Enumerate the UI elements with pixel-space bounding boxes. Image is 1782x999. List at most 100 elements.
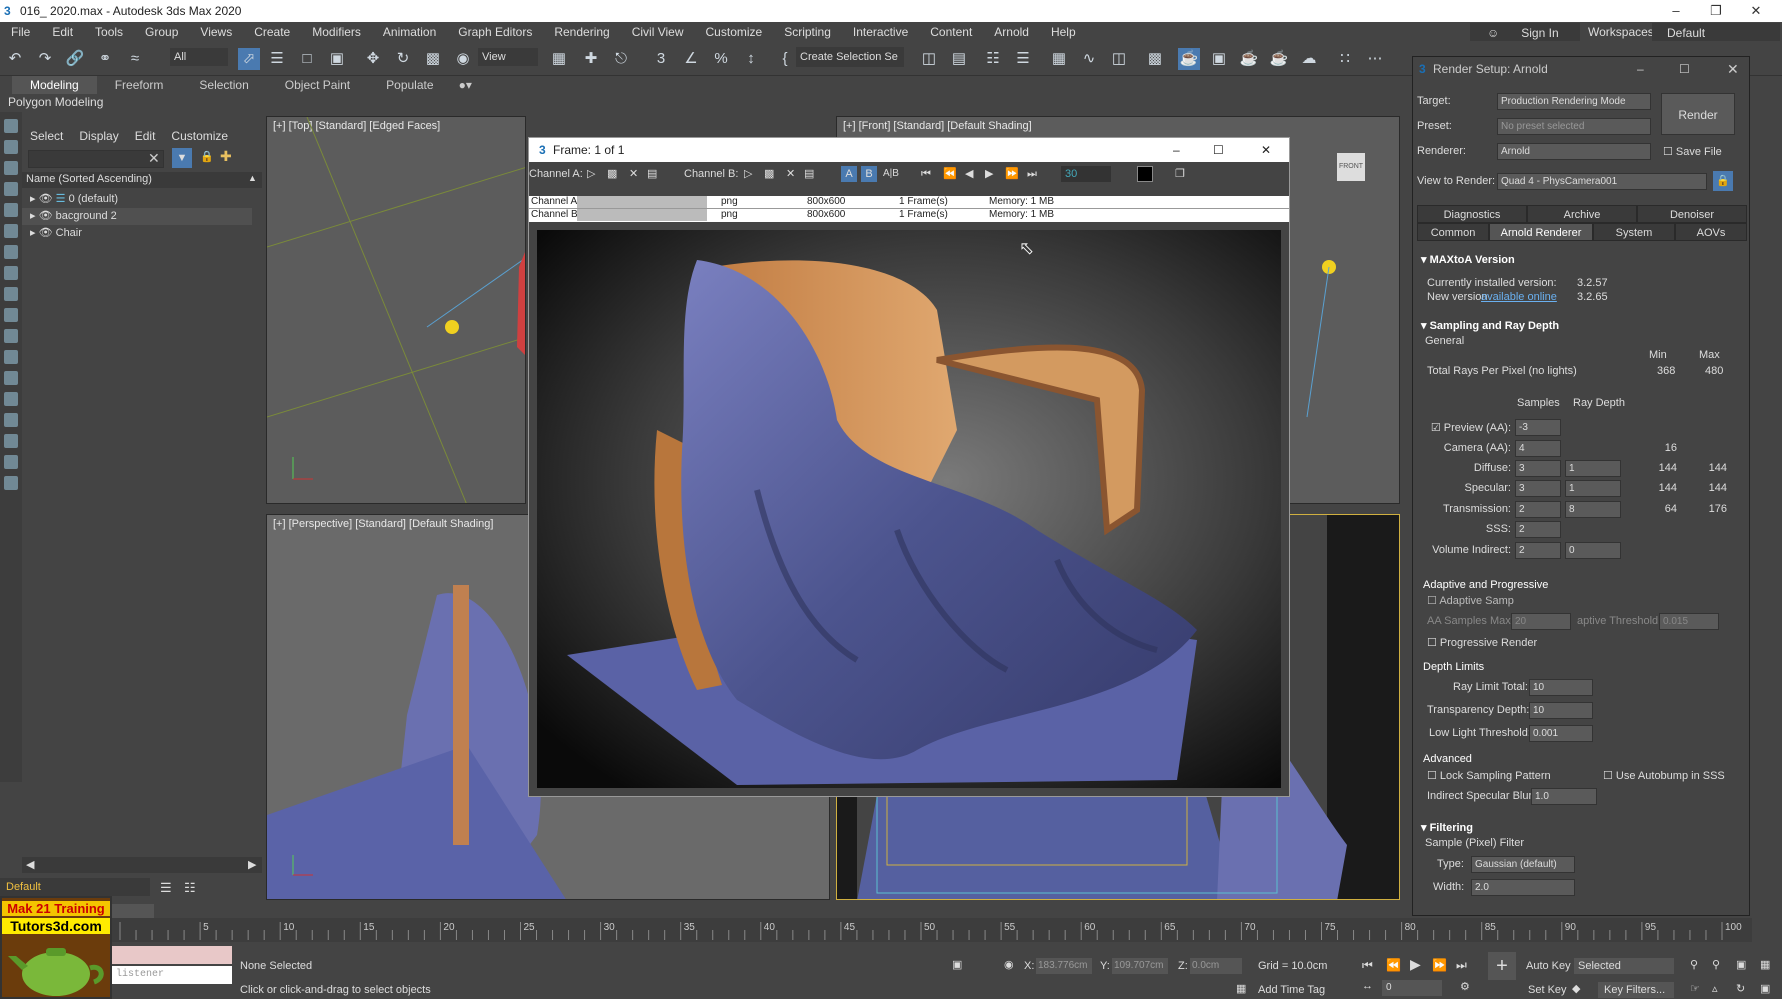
selection-filter-dropdown[interactable]: All [170, 48, 228, 66]
previous-frame-icon[interactable]: ⏪ [1386, 958, 1401, 972]
transparency-depth-input[interactable]: 10 [1529, 702, 1593, 719]
scene-item[interactable]: ▸ 👁 Chair [30, 225, 82, 242]
add-time-tag[interactable]: Add Time Tag [1258, 984, 1325, 996]
preset-dropdown[interactable]: No preset selected [1497, 118, 1651, 135]
low-light-threshold-input[interactable]: 0.001 [1529, 725, 1593, 742]
samples-input[interactable]: -3 [1515, 419, 1561, 436]
samples-input[interactable]: 4 [1515, 440, 1561, 457]
filtering-section-header[interactable]: ▾ Filtering [1421, 821, 1473, 834]
time-tag-icon[interactable]: ▦ [1236, 982, 1246, 995]
reference-coordinate-dropdown[interactable]: View [478, 48, 538, 66]
scene-menu-display[interactable]: Display [71, 126, 126, 146]
zoom-icon[interactable]: ⚲ [1690, 958, 1698, 971]
open-channel-b-icon[interactable]: ▷ [744, 162, 752, 186]
channel-b-toggle[interactable]: B [861, 166, 877, 182]
lock-view-icon[interactable]: 🔒 [1713, 171, 1733, 191]
menu-animation[interactable]: Animation [372, 22, 447, 42]
tab-arnold-renderer[interactable]: Arnold Renderer [1489, 223, 1593, 241]
menu-edit[interactable]: Edit [41, 22, 84, 42]
samples-input[interactable]: 2 [1515, 542, 1561, 559]
filter-width-input[interactable]: 2.0 [1471, 879, 1575, 896]
column-header[interactable]: Name (Sorted Ascending) [26, 173, 152, 185]
play-animation-icon[interactable]: ▶ [1410, 956, 1421, 973]
next-frame-icon[interactable]: ⏩ [1432, 958, 1447, 972]
print-channel-a-icon[interactable]: ▤ [647, 162, 657, 186]
field-of-view-icon[interactable]: ▵ [1712, 982, 1718, 995]
select-object-icon[interactable]: ⬀ [238, 48, 260, 70]
filter-type-dropdown[interactable]: Gaussian (default) [1471, 856, 1575, 873]
expand-icon[interactable]: ▸ [30, 193, 36, 205]
shapes-icon[interactable] [4, 266, 18, 280]
tab-object-paint[interactable]: Object Paint [267, 76, 368, 94]
scene-item[interactable]: ▸ 👁 bacground 2 [22, 208, 252, 225]
preview-aa-checkbox[interactable]: ☑ Preview (AA): [1417, 421, 1511, 434]
rendered-frame-window-icon[interactable]: ▣ [1208, 48, 1230, 70]
select-by-name-icon[interactable]: ☰ [266, 48, 288, 70]
schematic-view-icon[interactable]: ◫ [1108, 48, 1130, 70]
filter-icon[interactable]: ▼ [172, 148, 192, 168]
tab-modeling[interactable]: Modeling [12, 76, 97, 94]
scale-icon[interactable]: ▩ [422, 48, 444, 70]
current-frame-input[interactable]: 0 [1382, 980, 1442, 996]
sort-ascending-icon[interactable]: ▲ [248, 173, 257, 183]
zoom-extents-icon[interactable]: ▣ [1736, 958, 1746, 971]
layers-icon[interactable]: ☰ [160, 880, 172, 896]
scene-search-input[interactable] [28, 150, 164, 168]
render-setup-icon[interactable]: ☕ [1178, 48, 1200, 70]
render-cloud-icon[interactable]: ☁ [1298, 48, 1320, 70]
tab-system[interactable]: System [1593, 223, 1675, 241]
move-icon[interactable]: ✥ [362, 48, 384, 70]
link-icon[interactable]: 🔗 [64, 48, 86, 70]
maximize-icon[interactable]: ☐ [1213, 138, 1224, 162]
indirect-specular-blur-input[interactable]: 1.0 [1531, 788, 1597, 805]
clear-channel-b-icon[interactable]: ✕ [786, 162, 795, 186]
y-coordinate[interactable]: 109.707cm [1112, 958, 1168, 974]
next-key-icon[interactable]: ⏩ [1005, 162, 1019, 186]
selection-lock-icon[interactable]: ◉ [1004, 958, 1014, 971]
listener-input[interactable]: listener [112, 966, 232, 984]
sampling-section-header[interactable]: ▾ Sampling and Ray Depth [1421, 319, 1559, 332]
time-config-icon[interactable]: ⚙ [1460, 980, 1470, 993]
select-manipulate-icon[interactable]: ✚ [580, 48, 602, 70]
ray-depth-input[interactable]: 1 [1565, 460, 1621, 477]
maxtoa-section-header[interactable]: ▾ MAXtoA Version [1421, 253, 1515, 266]
time-slider[interactable] [112, 904, 154, 918]
orbit-icon[interactable]: ↻ [1736, 982, 1745, 995]
sign-in-button[interactable]: ☺ Sign In ▾ [1470, 23, 1580, 60]
scene-explorer-toggle-icon[interactable]: ☷ [982, 48, 1004, 70]
frame-number-dropdown[interactable]: 30 [1061, 166, 1111, 182]
viewport-top[interactable]: [+] [Top] [Standard] [Edged Faces] [266, 116, 526, 504]
undo-icon[interactable]: ↶ [4, 48, 26, 70]
scene-item[interactable]: ▸ 👁 ☰ 0 (default) [30, 191, 118, 208]
rotate-icon[interactable]: ↻ [392, 48, 414, 70]
tab-common[interactable]: Common [1417, 223, 1489, 241]
selection-set-dropdown[interactable]: Selected [1574, 958, 1674, 974]
minimize-icon[interactable]: – [1637, 57, 1644, 81]
x-coordinate[interactable]: 183.776cm [1036, 958, 1092, 974]
ribbon-options-icon[interactable]: ●▾ [455, 76, 476, 94]
last-frame-icon[interactable]: ⏭ [1027, 162, 1037, 186]
maximize-viewport-icon[interactable]: ▦ [1760, 958, 1770, 971]
layer-dropdown[interactable]: Default [0, 878, 150, 896]
spacewarps-icon[interactable] [4, 350, 18, 364]
scroll-left-icon[interactable]: ◀ [26, 858, 34, 871]
redo-icon[interactable]: ↷ [34, 48, 56, 70]
unlink-icon[interactable]: ⚭ [94, 48, 116, 70]
layer-explorer-icon[interactable]: ☰ [1012, 48, 1034, 70]
ray-depth-input[interactable]: 8 [1565, 501, 1621, 518]
autobump-checkbox[interactable]: ☐ Use Autobump in SSS [1603, 769, 1725, 782]
scene-menu-customize[interactable]: Customize [163, 126, 236, 146]
tab-diagnostics[interactable]: Diagnostics [1417, 205, 1527, 223]
renderer-dropdown[interactable]: Arnold [1497, 143, 1651, 160]
menu-file[interactable]: File [0, 22, 41, 42]
view-to-render-dropdown[interactable]: Quad 4 - PhysCamera001 [1497, 173, 1707, 190]
horizontal-scrollbar[interactable]: ◀ ▶ [22, 857, 262, 873]
menu-group[interactable]: Group [134, 22, 189, 42]
create-icon[interactable] [4, 119, 18, 133]
target-dropdown[interactable]: Production Rendering Mode [1497, 93, 1651, 110]
tab-aovs[interactable]: AOVs [1675, 223, 1747, 241]
isolate-icon[interactable]: ▣ [952, 958, 962, 971]
menu-create[interactable]: Create [243, 22, 301, 42]
menu-scripting[interactable]: Scripting [773, 22, 842, 42]
menu-graph-editors[interactable]: Graph Editors [447, 22, 543, 42]
